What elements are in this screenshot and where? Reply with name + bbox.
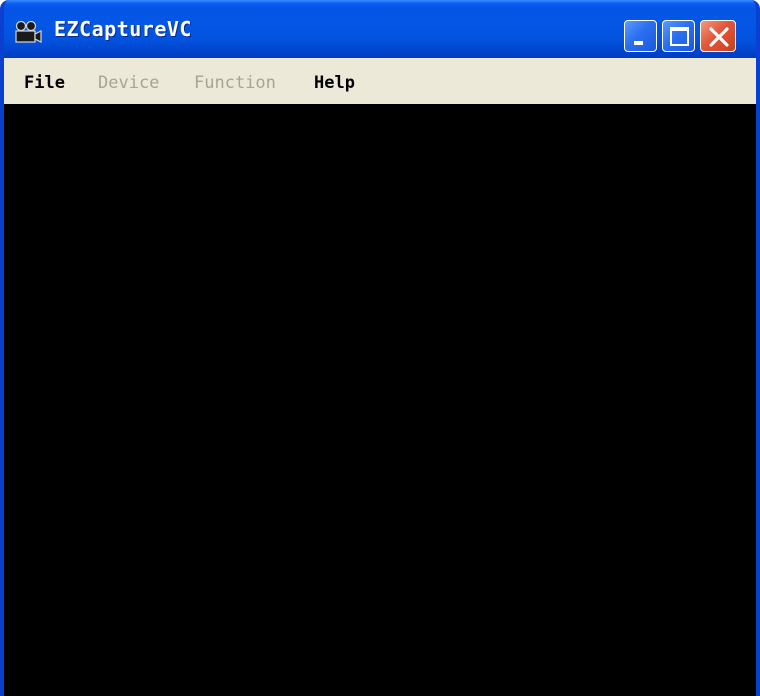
video-preview-area[interactable] — [4, 104, 756, 696]
menu-bar: File Device Function Help — [4, 58, 756, 104]
menu-device[interactable]: Device — [98, 73, 159, 93]
title-bar[interactable]: EZCaptureVC — [4, 0, 756, 58]
minimize-icon — [634, 41, 643, 45]
menu-file[interactable]: File — [24, 73, 65, 93]
close-button[interactable] — [700, 20, 736, 52]
menu-function[interactable]: Function — [194, 73, 276, 93]
window-title: EZCaptureVC — [54, 17, 192, 41]
app-window: EZCaptureVC File Device Function Help — [0, 0, 760, 696]
camera-projector-icon[interactable] — [14, 20, 42, 45]
minimize-button[interactable] — [624, 20, 657, 52]
menu-help[interactable]: Help — [314, 73, 355, 93]
maximize-icon — [670, 27, 689, 46]
close-icon — [709, 27, 729, 47]
maximize-button[interactable] — [662, 20, 695, 52]
